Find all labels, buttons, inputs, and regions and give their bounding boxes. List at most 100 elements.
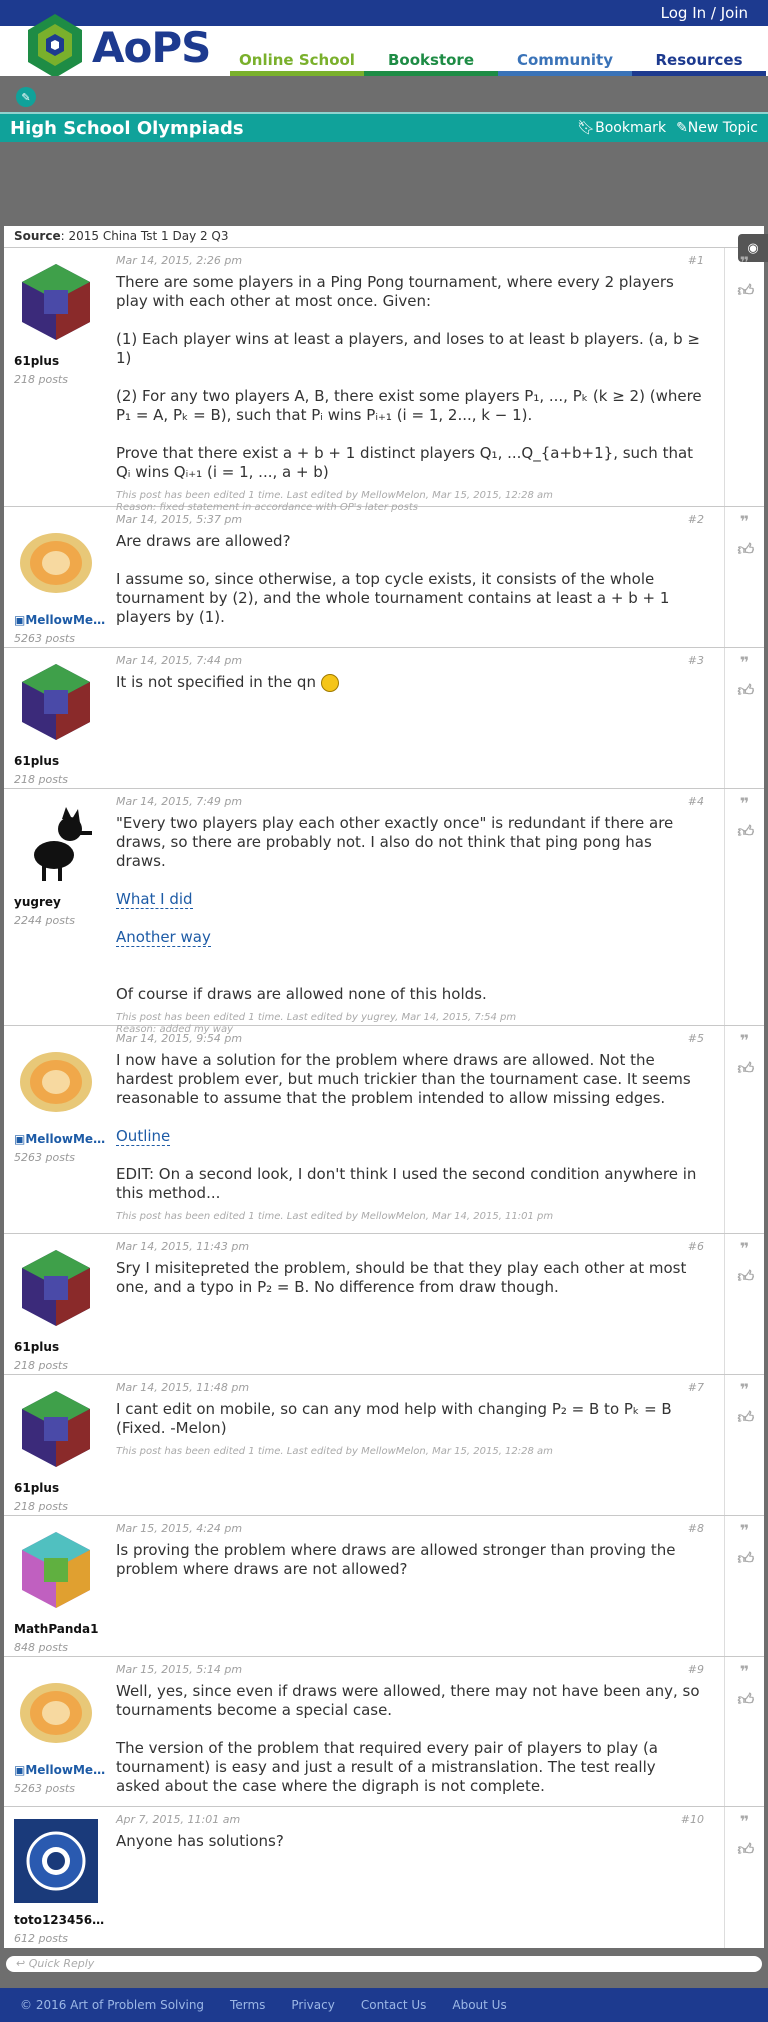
- forum-header: High School Olympiads 🔖︎Bookmark ✎New To…: [0, 112, 768, 142]
- post-date[interactable]: Mar 14, 2015, 7:49 pm: [116, 795, 242, 808]
- post-number[interactable]: #9: [688, 1663, 704, 1676]
- quote-icon[interactable]: ❞: [738, 655, 752, 671]
- avatar[interactable]: [14, 1246, 98, 1330]
- nav-label: Bookstore: [388, 51, 474, 69]
- quick-reply-input[interactable]: ↩ Quick Reply: [6, 1956, 762, 1972]
- quote-icon[interactable]: ❞: [738, 514, 752, 530]
- nav-resources[interactable]: Resources: [632, 26, 766, 76]
- thumbs-up-icon[interactable]: 👍︎: [738, 1061, 755, 1077]
- post-date[interactable]: Apr 7, 2015, 11:01 am: [116, 1813, 240, 1826]
- post-date[interactable]: Mar 15, 2015, 5:14 pm: [116, 1663, 242, 1676]
- thumbs-up-icon[interactable]: 👍︎: [738, 1692, 755, 1708]
- login-link[interactable]: Log In / Join: [661, 4, 748, 22]
- footer-link-about[interactable]: About Us: [452, 1998, 506, 2012]
- user-post-count: 612 posts: [14, 1932, 68, 1945]
- quote-icon[interactable]: ❞: [738, 1241, 752, 1257]
- post-date[interactable]: Mar 15, 2015, 4:24 pm: [116, 1522, 242, 1535]
- footer-link-contact[interactable]: Contact Us: [361, 1998, 427, 2012]
- username[interactable]: ▣MellowMelon: [14, 1763, 108, 1777]
- quote-icon[interactable]: ❞: [738, 1382, 752, 1398]
- thumbs-up-icon[interactable]: 👍︎: [738, 283, 755, 299]
- thumbs-up-icon[interactable]: 👍︎: [738, 1551, 755, 1567]
- post: 61plus 218 posts Mar 14, 2015, 7:44 pm #3…: [4, 648, 764, 789]
- post-date[interactable]: Mar 14, 2015, 2:26 pm: [116, 254, 242, 267]
- bookmark-label: Bookmark: [595, 120, 667, 136]
- forum-title[interactable]: High School Olympiads: [10, 118, 244, 139]
- post-text: I cant edit on mobile, so can any mod he…: [116, 1400, 672, 1437]
- footer-link-terms[interactable]: Terms: [230, 1998, 265, 2012]
- quote-icon[interactable]: ❞: [738, 1523, 752, 1539]
- avatar[interactable]: [14, 801, 98, 885]
- avatar[interactable]: [14, 1528, 98, 1612]
- thumbs-up-icon[interactable]: 👍︎: [738, 542, 755, 558]
- hide-link-outline[interactable]: Outline: [116, 1127, 171, 1146]
- post-number[interactable]: #8: [688, 1522, 704, 1535]
- post: ▣MellowMelon 5263 posts Mar 14, 2015, 5:…: [4, 507, 764, 648]
- post-number[interactable]: #3: [688, 654, 704, 667]
- quote-icon[interactable]: ❞: [738, 796, 752, 812]
- nav-online-school[interactable]: Online School: [230, 26, 364, 76]
- footer: © 2016 Art of Problem Solving Terms Priv…: [0, 1988, 768, 2022]
- avatar[interactable]: [14, 1038, 98, 1122]
- post-date[interactable]: Mar 14, 2015, 5:37 pm: [116, 513, 242, 526]
- user-post-count: 2244 posts: [14, 914, 75, 927]
- avatar[interactable]: [14, 1669, 98, 1753]
- hide-link-another-way[interactable]: Another way: [116, 928, 211, 947]
- quote-icon[interactable]: ❞: [738, 1814, 752, 1830]
- post-text: Sry I misitepreted the problem, should b…: [116, 1259, 687, 1296]
- username[interactable]: toto1234567...: [14, 1913, 108, 1927]
- nav-community[interactable]: Community: [498, 26, 632, 83]
- footer-link-privacy[interactable]: Privacy: [291, 1998, 334, 2012]
- nav-label: Resources: [655, 51, 743, 69]
- nav-bookstore[interactable]: Bookstore: [364, 26, 498, 76]
- thumbs-up-icon[interactable]: 👍︎: [738, 683, 755, 699]
- post-date[interactable]: Mar 14, 2015, 9:54 pm: [116, 1032, 242, 1045]
- post-number[interactable]: #7: [688, 1381, 704, 1394]
- username[interactable]: 61plus: [14, 354, 108, 368]
- post-number[interactable]: #2: [688, 513, 704, 526]
- username[interactable]: 61plus: [14, 1481, 108, 1495]
- aops-logo-icon: [28, 14, 82, 78]
- post-number[interactable]: #1: [688, 254, 704, 267]
- user-post-count: 5263 posts: [14, 1151, 75, 1164]
- post-text: The version of the problem that required…: [116, 1739, 658, 1795]
- post-number[interactable]: #6: [688, 1240, 704, 1253]
- sad-emoji-icon: [320, 673, 339, 692]
- thumbs-up-icon[interactable]: 👍︎: [738, 1410, 755, 1426]
- thumbs-up-icon[interactable]: 👍︎: [738, 824, 755, 840]
- avatar[interactable]: [14, 260, 98, 344]
- avatar[interactable]: [14, 519, 98, 603]
- thread-source: Source: 2015 China Tst 1 Day 2 Q3: [4, 226, 764, 248]
- new-topic-button[interactable]: ✎New Topic: [676, 120, 758, 136]
- post: ▣MellowMelon 5263 posts Mar 14, 2015, 9:…: [4, 1026, 764, 1234]
- pencil-icon[interactable]: ✎: [16, 87, 36, 107]
- aops-logo[interactable]: AoPS: [24, 12, 211, 82]
- username[interactable]: MathPanda1: [14, 1622, 108, 1636]
- username[interactable]: ▣MellowMelon: [14, 1132, 108, 1146]
- post-number[interactable]: #4: [688, 795, 704, 808]
- username[interactable]: ▣MellowMelon: [14, 613, 108, 627]
- post-number[interactable]: #5: [688, 1032, 704, 1045]
- quote-icon[interactable]: ❞: [738, 1664, 752, 1680]
- username[interactable]: 61plus: [14, 754, 108, 768]
- username[interactable]: 61plus: [14, 1340, 108, 1354]
- moderator-icon: ▣: [14, 1763, 26, 1777]
- avatar[interactable]: [14, 660, 98, 744]
- thumbs-up-icon[interactable]: 👍︎: [738, 1269, 755, 1285]
- avatar[interactable]: [14, 1819, 98, 1903]
- post-number[interactable]: #10: [681, 1813, 704, 1826]
- quote-icon[interactable]: ❞: [738, 1033, 752, 1049]
- avatar[interactable]: [14, 1387, 98, 1471]
- bookmark-button[interactable]: 🔖︎Bookmark: [577, 120, 666, 136]
- hide-link-what-i-did[interactable]: What I did: [116, 890, 193, 909]
- username[interactable]: yugrey: [14, 895, 108, 909]
- quote-icon[interactable]: ❞: [738, 255, 752, 271]
- username-text: MellowMelon: [25, 1132, 108, 1146]
- post: 61plus 218 posts Mar 14, 2015, 11:48 pm #…: [4, 1375, 764, 1516]
- thumbs-up-icon[interactable]: 👍︎: [738, 1842, 755, 1858]
- post-date[interactable]: Mar 14, 2015, 7:44 pm: [116, 654, 242, 667]
- post: toto1234567... 612 posts Apr 7, 2015, 11…: [4, 1807, 764, 1948]
- tool-row: ✎: [0, 76, 768, 112]
- post-date[interactable]: Mar 14, 2015, 11:43 pm: [116, 1240, 249, 1253]
- post-date[interactable]: Mar 14, 2015, 11:48 pm: [116, 1381, 249, 1394]
